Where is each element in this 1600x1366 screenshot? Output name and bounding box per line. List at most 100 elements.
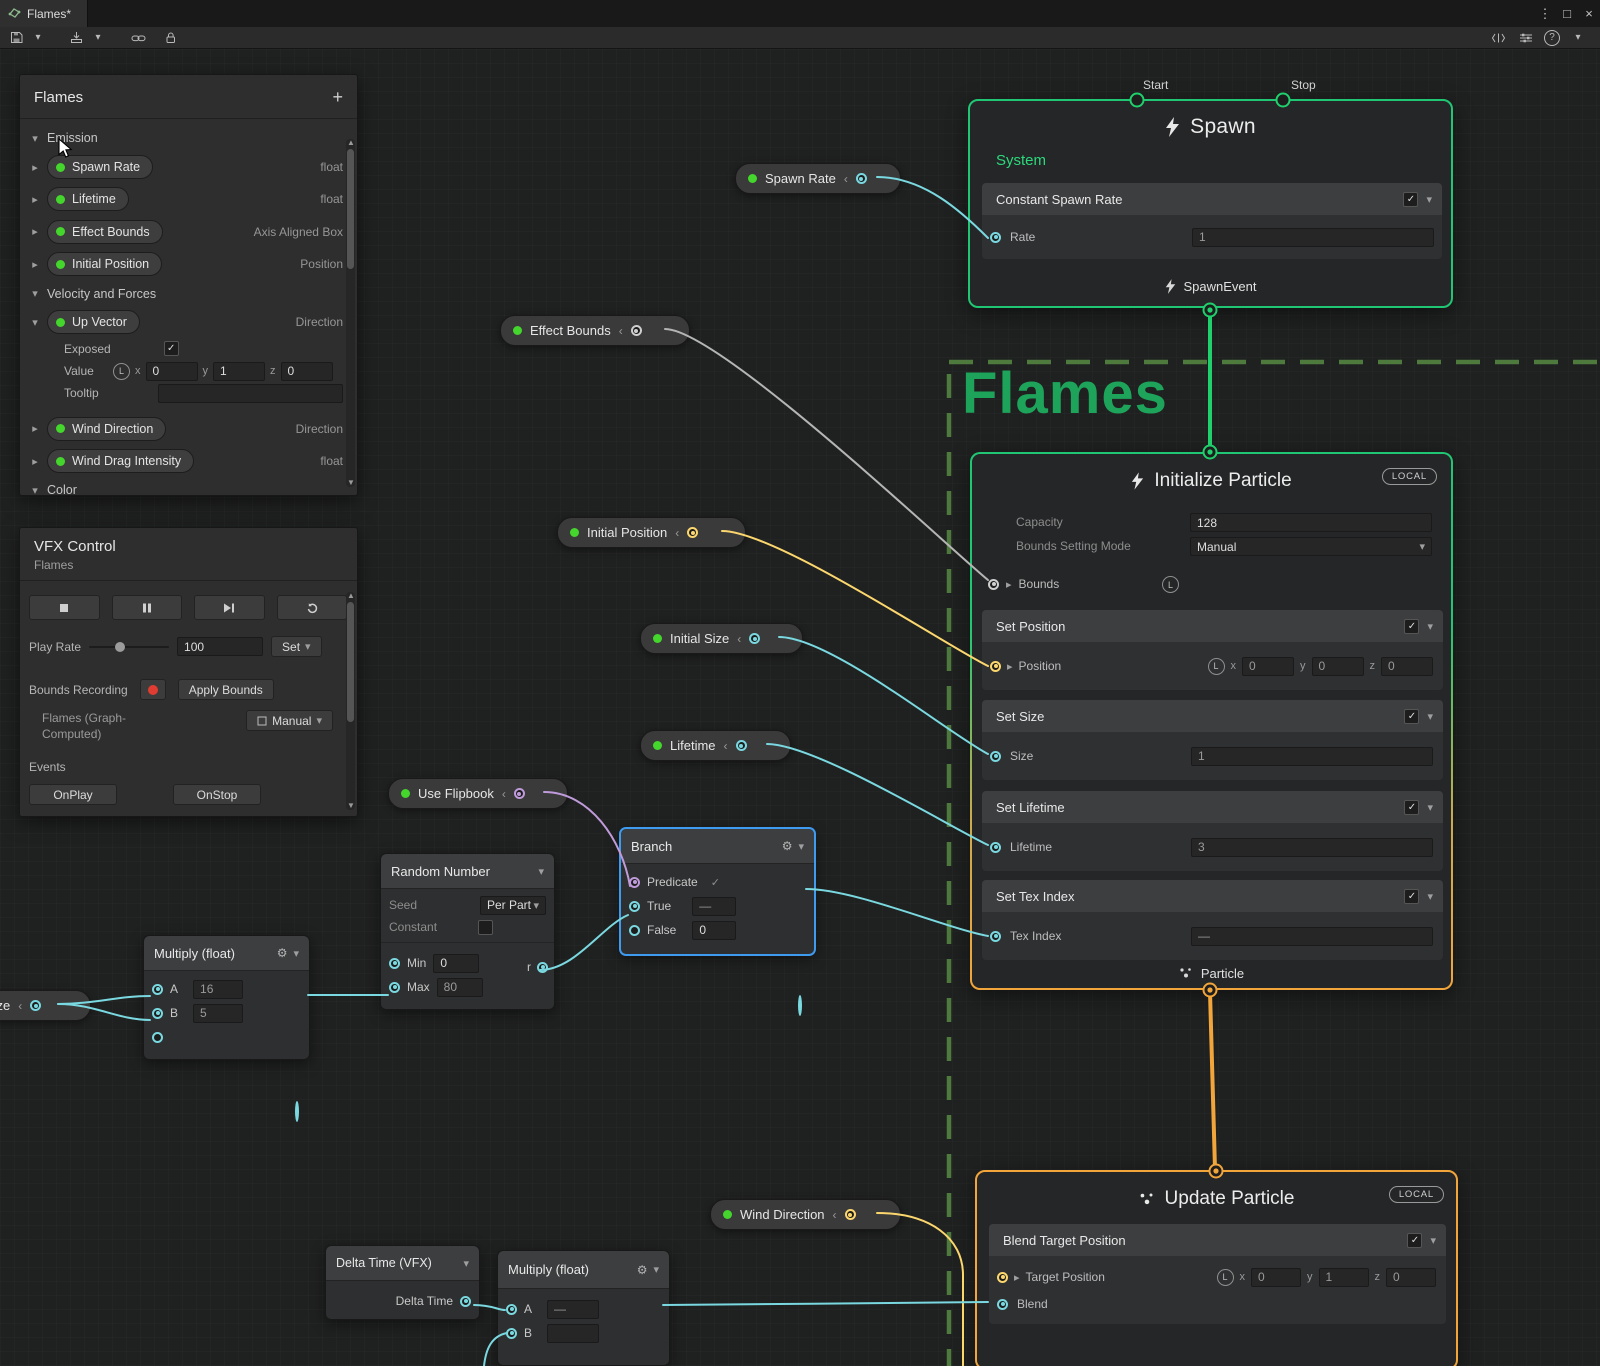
chevron-down-icon[interactable]: ▾ — [1427, 710, 1433, 723]
min-input-port[interactable] — [389, 958, 400, 969]
play-rate-input[interactable]: 100 — [177, 637, 263, 656]
pause-button[interactable] — [112, 595, 183, 620]
x-field[interactable]: 0 — [1251, 1268, 1301, 1287]
z-field[interactable]: 0 — [1381, 657, 1433, 676]
output-port[interactable] — [631, 325, 642, 336]
chevron-down-icon[interactable]: ▾ — [293, 947, 299, 960]
collapse-icon[interactable]: ‹ — [675, 526, 679, 540]
seed-dropdown[interactable]: Per Part▾ — [480, 896, 546, 915]
tab-flames[interactable]: Flames* — [0, 0, 88, 27]
save-dropdown[interactable]: ▾ — [28, 29, 48, 47]
bounds-mode-select[interactable]: Manual▾ — [1190, 537, 1432, 556]
max-field[interactable]: 80 — [437, 978, 483, 997]
predicate-check-icon[interactable]: ✓ — [711, 876, 720, 889]
position-input-port[interactable] — [990, 661, 1001, 672]
param-row-effect-bounds[interactable]: ▸ Effect Bounds Axis Aligned Box — [20, 215, 357, 248]
add-input-port[interactable] — [152, 1032, 163, 1043]
x-field[interactable]: 0 — [1242, 657, 1294, 676]
set-position-block[interactable]: Set Position✓▾ ▸ Position L x 0 y 0 z 0 — [982, 610, 1443, 690]
initialize-particle-node[interactable]: Initialize Particle LOCAL Capacity 128 B… — [970, 452, 1453, 990]
min-field[interactable]: 0 — [433, 954, 479, 973]
toggle-control-button[interactable] — [1516, 29, 1536, 47]
parameter-pill[interactable]: Wind Direction — [47, 417, 166, 441]
spawn-context-node[interactable]: Spawn System Constant Spawn Rate ✓ ▾ Rat… — [968, 99, 1453, 308]
block-enabled-checkbox[interactable]: ✓ — [1404, 619, 1419, 634]
output-port[interactable] — [736, 740, 747, 751]
lifetime-param-node[interactable]: Lifetime ‹ — [640, 730, 791, 761]
step-button[interactable] — [194, 595, 265, 620]
tex-index-field[interactable]: — — [1191, 927, 1433, 946]
y-field[interactable]: 1 — [213, 362, 265, 381]
collapse-icon[interactable]: ▾ — [30, 316, 40, 329]
onstop-button[interactable]: OnStop — [173, 784, 261, 805]
parameter-pill[interactable]: Lifetime — [47, 187, 129, 211]
parameter-pill[interactable]: Effect Bounds — [47, 220, 163, 244]
set-rate-button[interactable]: Set▾ — [271, 636, 322, 657]
vfx-control-scrollbar[interactable]: ▲ ▼ — [346, 592, 355, 810]
collapse-icon[interactable]: ‹ — [502, 787, 506, 801]
collapse-icon[interactable]: ▾ — [30, 287, 40, 300]
vfx-control-panel[interactable]: VFX Control Flames Play Rate 100 Set▾ Bo… — [19, 527, 358, 817]
space-toggle-icon[interactable]: L — [1208, 658, 1225, 675]
gear-icon[interactable]: ⚙ — [782, 839, 793, 853]
delta-time-node[interactable]: Delta Time (VFX)▾ Delta Time — [325, 1245, 480, 1320]
block-enabled-checkbox[interactable]: ✓ — [1407, 1233, 1422, 1248]
play-rate-slider[interactable] — [89, 646, 169, 648]
effect-bounds-param-node[interactable]: Effect Bounds ‹ — [500, 315, 690, 346]
expand-icon[interactable]: ▸ — [1014, 1271, 1020, 1284]
space-toggle-icon[interactable]: L — [1162, 576, 1179, 593]
a-field[interactable]: 16 — [193, 980, 243, 999]
expand-icon[interactable]: ▸ — [1006, 578, 1012, 591]
stop-button[interactable] — [29, 595, 100, 620]
restart-button[interactable] — [277, 595, 348, 620]
expand-icon[interactable]: ▸ — [30, 455, 40, 468]
scrollbar-thumb[interactable] — [347, 149, 354, 269]
output-port[interactable] — [845, 1209, 856, 1220]
param-row-lifetime[interactable]: ▸ Lifetime float — [20, 183, 357, 215]
scrollbar-thumb[interactable] — [347, 602, 354, 722]
false-field[interactable]: 0 — [692, 921, 736, 940]
a-input-port[interactable] — [506, 1304, 517, 1315]
tex-index-input-port[interactable] — [990, 931, 1001, 942]
slider-knob[interactable] — [115, 642, 125, 652]
use-flipbook-param-node[interactable]: Use Flipbook ‹ — [388, 778, 568, 809]
toolbar-dropdown[interactable]: ▾ — [1568, 29, 1588, 47]
collapse-icon[interactable]: ‹ — [737, 632, 741, 646]
toggle-blackboard-button[interactable] — [1488, 29, 1508, 47]
blackboard-scrollbar[interactable]: ▲ ▼ — [346, 139, 355, 487]
chevron-down-icon[interactable]: ▾ — [463, 1257, 469, 1270]
param-row-up-vector[interactable]: ▾ Up Vector Direction — [20, 307, 357, 337]
expand-icon[interactable]: ▸ — [30, 225, 40, 238]
collapse-icon[interactable]: ‹ — [833, 1208, 837, 1222]
parameter-pill[interactable]: Up Vector — [47, 310, 140, 334]
close-icon[interactable]: × — [1578, 0, 1600, 27]
tooltip-field[interactable] — [158, 384, 343, 403]
random-number-node[interactable]: Random Number▾ Seed Per Part▾ Constant M… — [380, 853, 555, 1010]
chevron-down-icon[interactable]: ▾ — [653, 1263, 659, 1276]
more-menu-icon[interactable]: ⋮ — [1534, 0, 1556, 27]
predicate-input-port[interactable] — [629, 877, 640, 888]
section-color-partial[interactable]: ▾ Color — [20, 477, 357, 496]
maximize-icon[interactable]: □ — [1556, 0, 1578, 27]
parameter-pill[interactable]: Wind Drag Intensity — [47, 449, 194, 473]
x-field[interactable]: 0 — [146, 362, 198, 381]
update-particle-node[interactable]: Update Particle LOCAL Blend Target Posit… — [975, 1170, 1458, 1366]
param-row-wind-direction[interactable]: ▸ Wind Direction Direction — [20, 412, 357, 445]
size-param-node[interactable]: Size ‹ — [0, 990, 91, 1021]
block-enabled-checkbox[interactable]: ✓ — [1404, 709, 1419, 724]
constant-checkbox[interactable] — [478, 920, 493, 935]
branch-node[interactable]: Branch⚙▾ Predicate ✓ True — False 0 — [620, 828, 815, 955]
expand-icon[interactable]: ▸ — [30, 258, 40, 271]
rate-field[interactable]: 1 — [1192, 228, 1434, 247]
bounds-mode-dropdown[interactable]: Manual▾ — [246, 710, 333, 731]
true-field[interactable]: — — [692, 897, 736, 916]
capacity-field[interactable]: 128 — [1190, 513, 1432, 532]
save-button[interactable] — [6, 29, 26, 47]
chevron-down-icon[interactable]: ▾ — [538, 865, 544, 878]
lifetime-input-port[interactable] — [990, 842, 1001, 853]
branch-output-port[interactable] — [798, 995, 802, 1016]
set-tex-index-block[interactable]: Set Tex Index✓▾ Tex Index — — [982, 880, 1443, 960]
gear-icon[interactable]: ⚙ — [277, 946, 288, 960]
z-field[interactable]: 0 — [281, 362, 333, 381]
true-input-port[interactable] — [629, 901, 640, 912]
